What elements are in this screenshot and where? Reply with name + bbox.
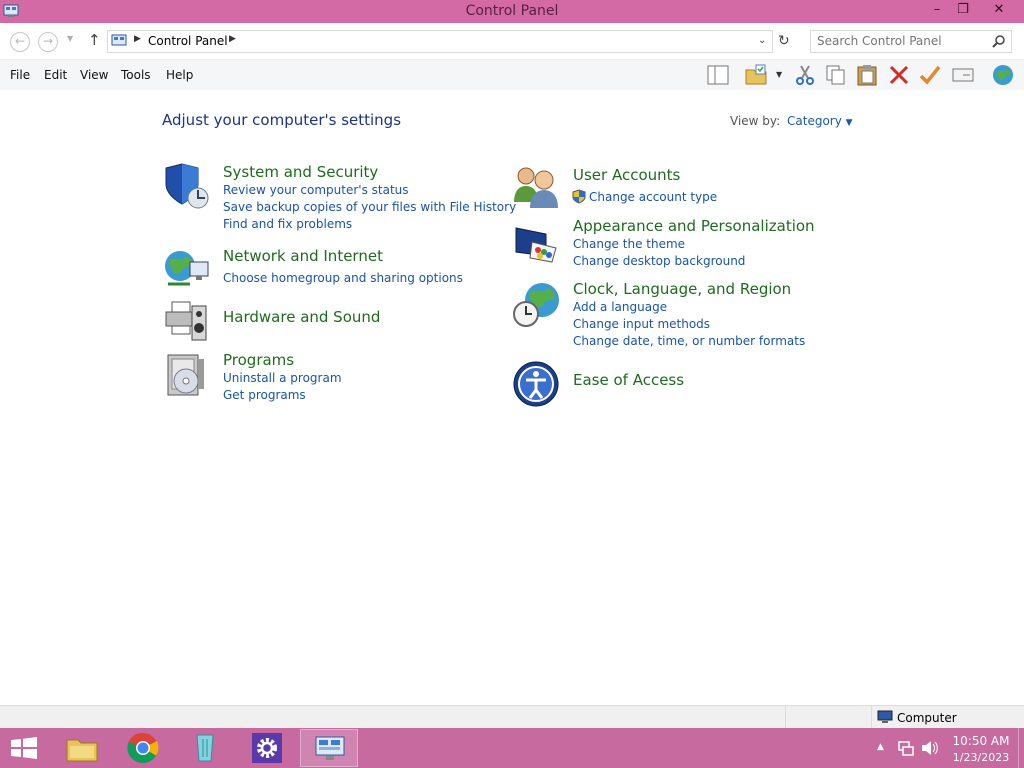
checkmark-icon[interactable] — [918, 63, 942, 87]
taskbar-app[interactable] — [176, 729, 234, 767]
menu-help[interactable]: Help — [166, 68, 193, 82]
menu-edit[interactable]: Edit — [44, 68, 67, 82]
file-explorer-icon — [66, 739, 98, 762]
folder-options-icon[interactable] — [744, 63, 768, 87]
search-icon[interactable] — [992, 34, 1006, 48]
users-icon[interactable] — [512, 162, 560, 210]
uac-shield-icon — [572, 189, 586, 204]
control-panel-icon — [111, 34, 127, 46]
category-programs[interactable]: Programs — [223, 351, 294, 369]
start-windows-icon[interactable] — [10, 737, 38, 759]
chrome-icon — [127, 732, 159, 764]
layout-pane-icon[interactable] — [706, 63, 730, 87]
menu-file[interactable]: File — [10, 68, 30, 82]
category-appearance-personalization[interactable]: Appearance and Personalization — [573, 217, 815, 235]
breadcrumb[interactable]: Control Panel — [148, 34, 228, 48]
category-system-and-security[interactable]: System and Security — [223, 163, 378, 181]
forward-button[interactable]: → — [38, 32, 58, 52]
taskbar-control-panel[interactable] — [300, 729, 358, 767]
ease-of-access-icon[interactable] — [512, 360, 560, 408]
link-get-programs[interactable]: Get programs — [223, 388, 306, 402]
clock-date[interactable]: 1/23/2023 — [952, 751, 1010, 764]
globe-icon[interactable] — [991, 63, 1015, 87]
control-panel-icon — [315, 736, 345, 760]
chevron-right-icon[interactable]: ▶ — [229, 34, 236, 44]
cut-icon[interactable] — [793, 63, 817, 87]
page-title: Adjust your computer's settings — [162, 111, 402, 129]
address-field[interactable]: ▶ Control Panel ▶ ⌄ — [107, 30, 773, 53]
printer-speaker-icon[interactable] — [162, 296, 210, 344]
taskbar-settings[interactable] — [238, 729, 296, 767]
link-change-account-type[interactable]: Change account type — [589, 190, 717, 204]
breadcrumb-separator-icon[interactable]: ▶ — [134, 34, 141, 44]
link-review-status[interactable]: Review your computer's status — [223, 183, 409, 197]
clock-globe-icon[interactable] — [512, 280, 560, 328]
gear-icon — [252, 733, 282, 763]
computer-icon — [877, 710, 893, 723]
paste-icon[interactable] — [855, 63, 879, 87]
chevron-down-icon[interactable]: ▼ — [776, 70, 782, 79]
chevron-down-icon[interactable]: ▼ — [846, 118, 853, 128]
status-location: Computer — [897, 711, 957, 725]
window-title: Control Panel — [465, 3, 559, 19]
link-change-desktop-background[interactable]: Change desktop background — [573, 254, 745, 268]
link-add-language[interactable]: Add a language — [573, 300, 667, 314]
address-bar-row: ← → ▼ ↑ ▶ Control Panel ▶ ⌄ ↻ — [0, 23, 1024, 60]
chevron-down-icon[interactable]: ⌄ — [758, 35, 766, 46]
refresh-button[interactable]: ↻ — [778, 33, 790, 49]
status-bar: Computer — [0, 705, 1024, 729]
network-globe-icon[interactable] — [162, 246, 210, 294]
programs-disc-icon[interactable] — [162, 351, 210, 399]
menu-bar: File Edit View Tools Help ▼ — [0, 60, 1024, 90]
status-divider — [871, 706, 872, 729]
link-change-date-time-formats[interactable]: Change date, time, or number formats — [573, 334, 805, 348]
delete-icon[interactable] — [887, 63, 911, 87]
category-user-accounts[interactable]: User Accounts — [573, 166, 680, 184]
properties-icon[interactable] — [951, 63, 975, 87]
maximize-button[interactable]: ❐ — [950, 0, 976, 22]
menu-tools[interactable]: Tools — [121, 68, 151, 82]
view-by-value[interactable]: Category — [787, 114, 842, 128]
network-icon[interactable] — [898, 740, 914, 756]
search-input[interactable] — [811, 31, 987, 50]
link-find-fix-problems[interactable]: Find and fix problems — [223, 217, 352, 231]
copy-icon[interactable] — [824, 63, 848, 87]
menu-view[interactable]: View — [80, 68, 108, 82]
recent-locations-dropdown[interactable]: ▼ — [67, 34, 73, 43]
link-file-history[interactable]: Save backup copies of your files with Fi… — [223, 200, 516, 214]
taskbar-chrome[interactable] — [114, 729, 172, 767]
close-button[interactable]: ✕ — [986, 0, 1012, 22]
recycle-bin-icon — [196, 734, 214, 762]
view-by-dropdown[interactable]: Category ▼ — [787, 114, 853, 128]
link-homegroup-sharing[interactable]: Choose homegroup and sharing options — [223, 271, 463, 285]
search-box[interactable] — [810, 30, 1012, 53]
clock-time[interactable]: 10:50 AM — [952, 734, 1010, 748]
shield-icon[interactable] — [162, 162, 210, 210]
back-button[interactable]: ← — [10, 32, 30, 52]
category-network-and-internet[interactable]: Network and Internet — [223, 247, 383, 265]
title-bar: Control Panel – ❐ ✕ — [0, 0, 1024, 23]
taskbar: ▲ 10:50 AM 1/23/2023 — [0, 728, 1024, 768]
up-button[interactable]: ↑ — [88, 31, 101, 49]
link-change-input-methods[interactable]: Change input methods — [573, 317, 710, 331]
category-ease-of-access[interactable]: Ease of Access — [573, 371, 684, 389]
taskbar-file-explorer[interactable] — [53, 729, 111, 767]
status-divider — [785, 706, 786, 729]
link-uninstall-program[interactable]: Uninstall a program — [223, 371, 342, 385]
volume-icon[interactable] — [921, 740, 939, 756]
show-hidden-icons-button[interactable]: ▲ — [877, 742, 884, 752]
view-by-label: View by: — [730, 114, 781, 128]
minimize-button[interactable]: – — [924, 0, 950, 22]
link-change-theme[interactable]: Change the theme — [573, 237, 685, 251]
monitor-palette-icon[interactable] — [512, 222, 560, 270]
category-clock-language-region[interactable]: Clock, Language, and Region — [573, 280, 791, 298]
category-hardware-and-sound[interactable]: Hardware and Sound — [223, 308, 380, 326]
show-desktop-button[interactable] — [1018, 728, 1024, 768]
